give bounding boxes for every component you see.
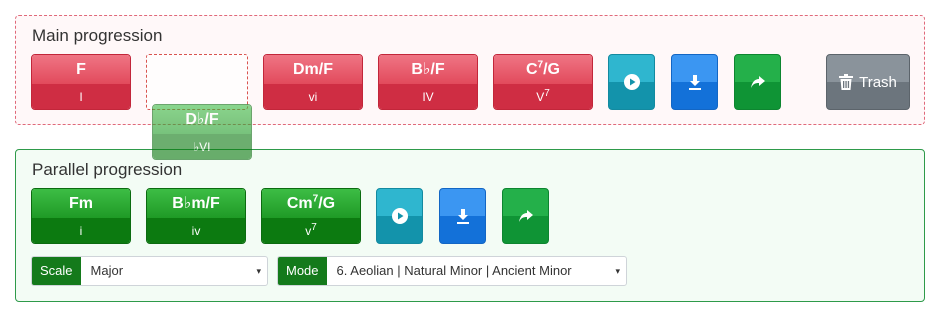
parallel-chord-1[interactable]: Fm i (31, 188, 131, 244)
trash-button[interactable]: Trash (826, 54, 910, 110)
parallel-chord-2[interactable]: B♭m/F iv (146, 188, 246, 244)
chord-roman: I (32, 84, 130, 109)
main-share-button[interactable] (734, 54, 781, 110)
main-chord-3[interactable]: B♭/F IV (378, 54, 478, 110)
chevron-down-icon: ▾ (615, 266, 620, 276)
scale-select[interactable]: Major ▾ (81, 257, 267, 285)
parallel-play-button[interactable] (376, 188, 423, 244)
parallel-share-button[interactable] (502, 188, 549, 244)
scale-label: Scale (32, 257, 81, 285)
main-chord-1[interactable]: F I (31, 54, 131, 110)
chord-roman: vi (264, 84, 362, 109)
mode-label: Mode (278, 257, 327, 285)
chord-name: Dm/F (264, 55, 362, 84)
play-circle-icon (623, 74, 640, 90)
mode-select-group: Mode 6. Aeolian | Natural Minor | Ancien… (277, 256, 627, 286)
dragging-chord[interactable]: D♭/F ♭VI (152, 104, 252, 160)
chord-name: D♭/F (153, 105, 251, 134)
mode-value: 6. Aeolian | Natural Minor | Ancient Min… (336, 263, 572, 278)
scale-value: Major (90, 263, 124, 278)
share-arrow-icon (750, 76, 765, 88)
trash-label: Trash (859, 73, 897, 91)
download-icon (688, 75, 701, 90)
chord-name: C7/G (494, 55, 592, 84)
chord-name: F (32, 55, 130, 84)
trash-icon (839, 74, 854, 90)
chevron-down-icon: ▾ (256, 266, 261, 276)
main-play-button[interactable] (608, 54, 655, 110)
share-arrow-icon (518, 210, 533, 222)
parallel-download-button[interactable] (439, 188, 486, 244)
chord-roman: V7 (494, 84, 592, 109)
parallel-progression-title: Parallel progression (32, 160, 183, 179)
chord-name: Cm7/G (262, 189, 360, 218)
chord-roman: v7 (262, 218, 360, 243)
main-progression-title: Main progression (32, 26, 163, 45)
chord-name: B♭m/F (147, 189, 245, 218)
download-icon (456, 209, 469, 224)
chord-roman: iv (147, 218, 245, 243)
mode-select[interactable]: 6. Aeolian | Natural Minor | Ancient Min… (327, 257, 626, 285)
parallel-chord-3[interactable]: Cm7/G v7 (261, 188, 361, 244)
chord-roman: i (32, 218, 130, 243)
play-circle-icon (391, 208, 408, 224)
chord-roman: ♭VI (153, 134, 251, 159)
scale-select-group: Scale Major ▾ (31, 256, 268, 286)
main-download-button[interactable] (671, 54, 718, 110)
main-chord-2[interactable]: Dm/F vi (263, 54, 363, 110)
chord-name: B♭/F (379, 55, 477, 84)
chord-name: Fm (32, 189, 130, 218)
chord-roman: IV (379, 84, 477, 109)
empty-chord-slot[interactable] (146, 54, 248, 110)
main-chord-4[interactable]: C7/G V7 (493, 54, 593, 110)
